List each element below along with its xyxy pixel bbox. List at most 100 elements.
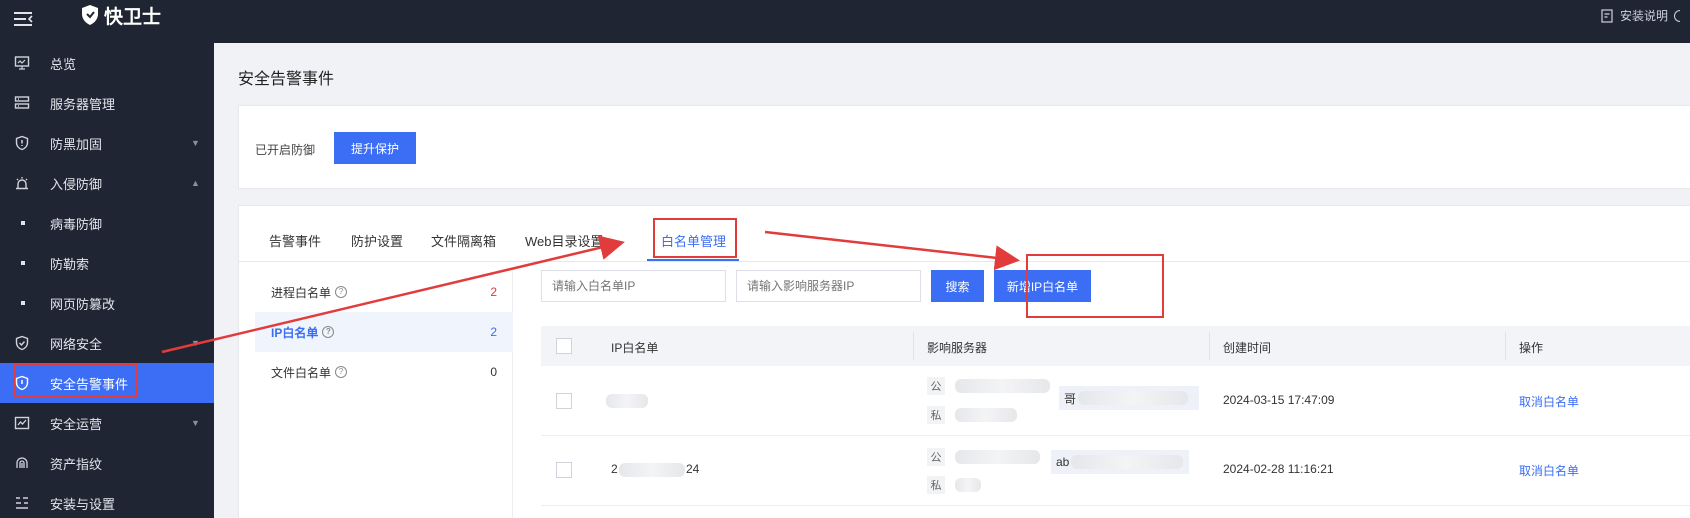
sidebar-item-network-security[interactable]: 网络安全 ▼ [0, 323, 214, 363]
tab-protection-settings[interactable]: 防护设置 [351, 231, 403, 250]
sidebar-item-label: 网络安全 [50, 336, 103, 352]
install-doc-label: 安装说明 [1619, 9, 1668, 23]
table-row: 公 私 哥 2024-03-15 17:47:09 取消白名单 [541, 366, 1690, 436]
sidebar: 总览 服务器管理 防黑加固 ▼ 入侵防御 ▲ 病毒防御 防勒索 网页防篡改 网络… [0, 43, 214, 518]
add-ip-whitelist-button[interactable]: 新增IP白名单 [994, 270, 1091, 302]
sidebar-item-label: 防黑加固 [50, 136, 103, 152]
sidebar-item-overview[interactable]: 总览 [0, 43, 214, 83]
sidebar-item-label: 网页防篡改 [50, 296, 116, 312]
alarm-icon [13, 174, 31, 192]
server-name: ab [1051, 450, 1189, 474]
help-icon[interactable]: ? [322, 326, 335, 338]
redacted-private-ip [955, 408, 1017, 422]
help-icon[interactable]: ? [335, 286, 348, 298]
select-all-checkbox[interactable] [556, 338, 572, 354]
bullet-icon [21, 221, 25, 225]
sidebar-subitem-anti-ransomware[interactable]: 防勒索 [0, 243, 214, 283]
tab-whitelist-management[interactable]: 白名单管理 [661, 231, 726, 250]
row-checkbox[interactable] [556, 393, 572, 409]
search-button[interactable]: 搜索 [931, 270, 984, 302]
list-item-ip-whitelist[interactable]: IP白名单? 2 [255, 312, 513, 352]
list-item-label: IP白名单 [271, 325, 319, 340]
top-bar: 快卫士 安装说明 [0, 0, 1690, 43]
redacted-public-ip [955, 450, 1040, 464]
server-name-text: ab [1056, 455, 1070, 469]
chevron-down-icon: ▼ [191, 138, 200, 148]
chevron-up-icon: ▲ [191, 178, 200, 188]
brand-name: 快卫士 [104, 6, 162, 28]
table-header: IP白名单 影响服务器 创建时间 操作 [541, 326, 1690, 366]
sidebar-item-label: 安全运营 [50, 416, 103, 432]
protection-card: 已开启防御 提升保护 [238, 105, 1690, 189]
shield-bell-icon [13, 374, 31, 392]
sidebar-item-asset-fingerprint[interactable]: 资产指纹 [0, 443, 214, 483]
redacted-private-ip [955, 478, 981, 492]
sidebar-item-label: 服务器管理 [50, 96, 116, 112]
row-checkbox[interactable] [556, 462, 572, 478]
main-content: 安全告警事件 已开启防御 提升保护 告警事件 防护设置 文件隔离箱 Web目录设… [214, 43, 1690, 518]
cancel-whitelist-link[interactable]: 取消白名单 [1519, 393, 1579, 410]
column-header-action: 操作 [1519, 341, 1544, 355]
brand-logo[interactable]: 快卫士 [80, 2, 161, 28]
chart-icon [13, 414, 31, 432]
sidebar-item-label: 防勒索 [50, 256, 90, 272]
page-title: 安全告警事件 [238, 71, 335, 88]
sidebar-item-label: 入侵防御 [50, 176, 103, 192]
whitelist-type-list: 进程白名单? 2 IP白名单? 2 文件白名单? 0 [255, 268, 513, 518]
redacted-public-ip [955, 379, 1050, 393]
ip-prefix: 2 [611, 462, 618, 476]
upgrade-protection-button[interactable]: 提升保护 [334, 132, 416, 164]
list-item-process-whitelist[interactable]: 进程白名单? 2 [255, 272, 513, 312]
redacted-ip [619, 463, 685, 477]
whitelist-ip-input[interactable] [541, 270, 726, 302]
server-icon [13, 94, 31, 112]
shield-logo-icon [82, 5, 98, 25]
shield-check-icon [13, 334, 31, 352]
list-item-count: 0 [490, 365, 497, 379]
tab-web-directory-settings[interactable]: Web目录设置 [525, 231, 604, 250]
private-ip-tag: 私 [927, 406, 945, 424]
sidebar-item-label: 安装与设置 [50, 496, 116, 512]
column-divider [1505, 332, 1506, 360]
sidebar-item-server-management[interactable]: 服务器管理 [0, 83, 214, 123]
tab-file-quarantine[interactable]: 文件隔离箱 [431, 231, 496, 250]
server-name-text: 哥 [1064, 391, 1077, 406]
active-tab-indicator [647, 259, 739, 261]
sidebar-item-intrusion-defense[interactable]: 入侵防御 ▲ [0, 163, 214, 203]
shield-alert-icon [13, 134, 31, 152]
public-ip-tag: 公 [927, 377, 945, 395]
tab-alert-events[interactable]: 告警事件 [269, 231, 321, 250]
column-header-server: 影响服务器 [927, 341, 988, 355]
document-icon [1601, 8, 1613, 23]
sidebar-item-install-settings[interactable]: 安装与设置 [0, 483, 214, 518]
more-icon[interactable] [1674, 9, 1680, 22]
list-item-file-whitelist[interactable]: 文件白名单? 0 [255, 352, 513, 392]
public-ip-tag: 公 [927, 448, 945, 466]
created-time: 2024-03-15 17:47:09 [1223, 393, 1335, 407]
sidebar-subitem-web-tamper-protection[interactable]: 网页防篡改 [0, 283, 214, 323]
sidebar-item-security-operations[interactable]: 安全运营 ▼ [0, 403, 214, 443]
table-row: 2 24 公 私 ab 2024-02-28 11:16:21 取消白名单 [541, 436, 1690, 506]
sidebar-item-hardening[interactable]: 防黑加固 ▼ [0, 123, 214, 163]
list-settings-icon [13, 494, 31, 512]
cancel-whitelist-link[interactable]: 取消白名单 [1519, 462, 1579, 479]
list-item-label: 文件白名单 [271, 365, 332, 380]
fingerprint-icon [13, 454, 31, 472]
protection-status: 已开启防御 [255, 143, 316, 157]
redacted-ip [606, 394, 648, 408]
sidebar-subitem-virus-defense[interactable]: 病毒防御 [0, 203, 214, 243]
sidebar-item-security-alerts[interactable]: 安全告警事件 [0, 363, 214, 403]
install-doc-link[interactable]: 安装说明 [1600, 7, 1680, 24]
menu-toggle-icon[interactable] [12, 8, 34, 30]
list-item-count: 2 [490, 325, 497, 339]
sidebar-item-label: 病毒防御 [50, 216, 103, 232]
sidebar-item-label: 总览 [50, 56, 77, 72]
created-time: 2024-02-28 11:16:21 [1223, 462, 1334, 476]
list-item-count: 2 [490, 285, 497, 299]
monitor-icon [13, 54, 31, 72]
chevron-down-icon: ▼ [191, 418, 200, 428]
help-icon[interactable]: ? [335, 366, 348, 378]
server-name: 哥 [1059, 386, 1199, 410]
column-header-created: 创建时间 [1223, 341, 1272, 355]
server-ip-input[interactable] [736, 270, 921, 302]
